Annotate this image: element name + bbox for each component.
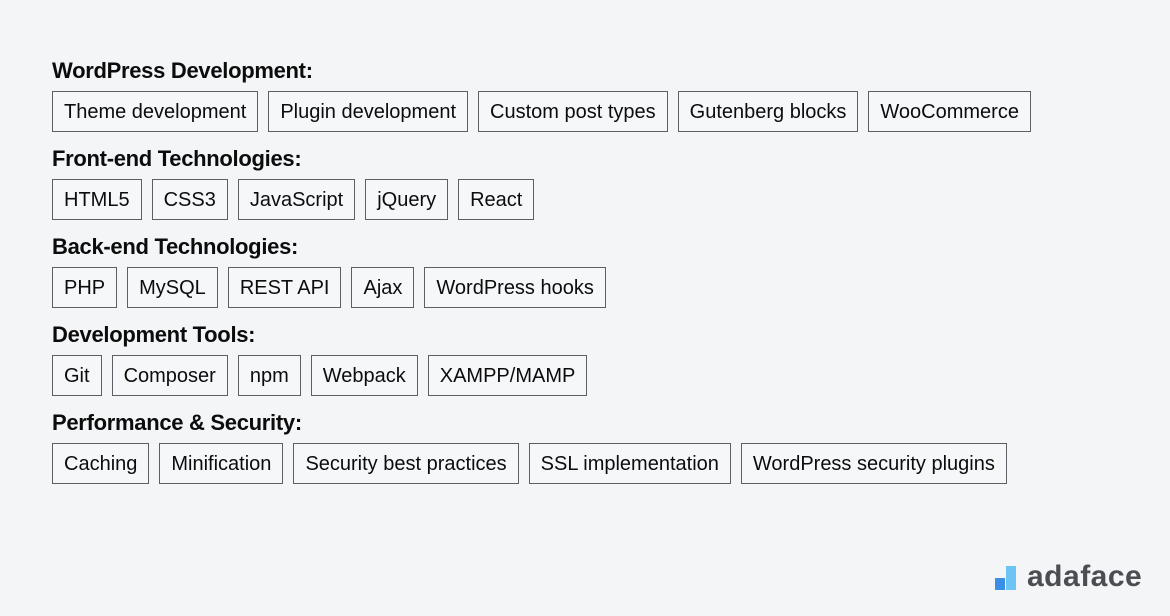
skill-chip: jQuery <box>365 179 449 220</box>
section-wordpress-development: WordPress Development: Theme development… <box>52 56 1142 132</box>
skill-chip: Git <box>52 355 102 396</box>
skill-chip: REST API <box>227 267 342 308</box>
skill-chip: WooCommerce <box>868 91 1031 132</box>
skill-chips: Caching Minification Security best pract… <box>52 443 1142 484</box>
skill-chip: MySQL <box>127 267 218 308</box>
skill-chips: HTML5 CSS3 JavaScript jQuery React <box>52 179 1142 220</box>
skill-chip: Minification <box>159 443 284 484</box>
section-development-tools: Development Tools: Git Composer npm Webp… <box>52 320 1142 396</box>
section-back-end-technologies: Back-end Technologies: PHP MySQL REST AP… <box>52 232 1142 308</box>
skill-chip: SSL implementation <box>528 443 731 484</box>
skill-chips: Git Composer npm Webpack XAMPP/MAMP <box>52 355 1142 396</box>
adaface-logo: adaface <box>995 560 1142 594</box>
skill-chip: Webpack <box>310 355 418 396</box>
skill-chip: Plugin development <box>268 91 469 132</box>
skill-chip: Security best practices <box>293 443 519 484</box>
skill-chip: Caching <box>52 443 150 484</box>
skill-chip: Ajax <box>351 267 415 308</box>
skill-chip: Gutenberg blocks <box>677 91 859 132</box>
skill-chip: HTML5 <box>52 179 142 220</box>
skill-chip: CSS3 <box>151 179 228 220</box>
skill-chip: React <box>458 179 535 220</box>
section-front-end-technologies: Front-end Technologies: HTML5 CSS3 JavaS… <box>52 144 1142 220</box>
section-title: Back-end Technologies: <box>52 234 299 259</box>
section-title: Front-end Technologies: <box>52 146 302 171</box>
skill-chip: PHP <box>52 267 118 308</box>
skill-chip: Composer <box>111 355 228 396</box>
section-performance-security: Performance & Security: Caching Minifica… <box>52 408 1142 484</box>
brand-name: adaface <box>1027 560 1143 593</box>
bar-chart-logo-icon <box>995 564 1021 590</box>
skill-chips: Theme development Plugin development Cus… <box>52 91 1142 132</box>
section-title: WordPress Development: <box>52 58 313 83</box>
skill-chip: JavaScript <box>237 179 356 220</box>
skill-chip: XAMPP/MAMP <box>427 355 588 396</box>
skill-chip: WordPress hooks <box>424 267 606 308</box>
skill-chip: Custom post types <box>478 91 668 132</box>
section-title: Development Tools: <box>52 322 256 347</box>
skills-list: WordPress Development: Theme development… <box>52 56 1142 496</box>
skill-chip: Theme development <box>52 91 259 132</box>
skill-chips: PHP MySQL REST API Ajax WordPress hooks <box>52 267 1142 308</box>
skill-chip: WordPress security plugins <box>740 443 1007 484</box>
skill-chip: npm <box>237 355 301 396</box>
section-title: Performance & Security: <box>52 410 302 435</box>
